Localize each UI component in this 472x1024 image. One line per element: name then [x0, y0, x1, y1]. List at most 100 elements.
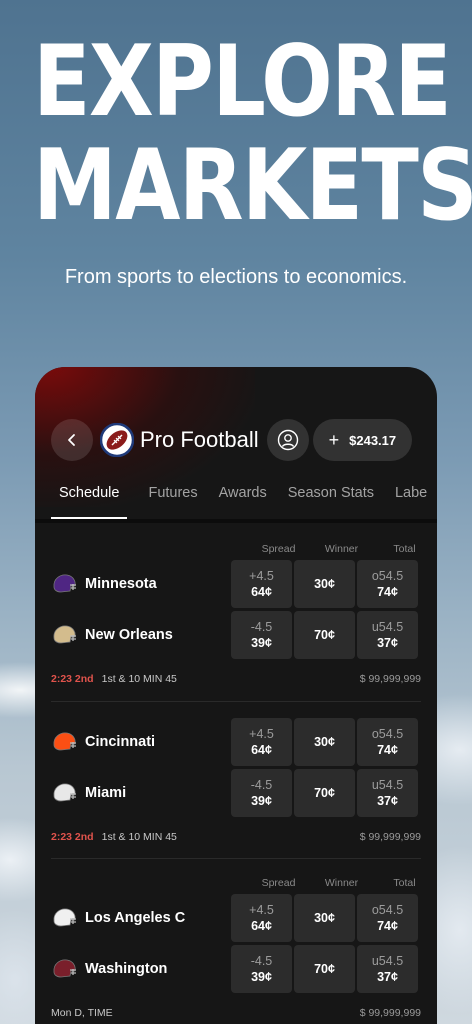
headline-line-2: MARKETS: [33, 129, 472, 243]
tab-schedule[interactable]: Schedule: [51, 479, 128, 519]
winner-header: Winner: [324, 543, 359, 555]
total-cell-line: u54.5: [371, 620, 404, 634]
team-row: New Orleans -4.5 39¢ 70¢ u54.5 37¢: [51, 611, 421, 659]
live-clock: 2:23 2nd: [51, 831, 94, 843]
user-icon: [277, 429, 298, 451]
total-cell-price: 74¢: [377, 919, 398, 933]
team-info[interactable]: Los Angeles C: [51, 894, 185, 942]
total-cell[interactable]: u54.5 37¢: [357, 945, 418, 993]
spread-cell[interactable]: +4.5 64¢: [231, 560, 292, 608]
winner-cell[interactable]: 70¢: [294, 945, 355, 993]
spread-header: Spread: [261, 877, 296, 889]
total-header: Total: [393, 543, 416, 555]
spread-cell-price: 64¢: [251, 585, 272, 599]
account-button[interactable]: [266, 419, 309, 461]
hero-headline: EXPLORE MARKETS: [33, 30, 472, 243]
total-cell-line: u54.5: [371, 954, 404, 968]
team-name: Minnesota: [85, 576, 157, 592]
plus-icon: +: [328, 429, 340, 450]
spread-cell[interactable]: -4.5 39¢: [231, 769, 292, 817]
team-info[interactable]: New Orleans: [51, 611, 173, 659]
team-info[interactable]: Miami: [51, 769, 126, 817]
spread-cell-line: -4.5: [250, 954, 273, 968]
winner-cell-price: 70¢: [314, 628, 335, 642]
spread-cell[interactable]: -4.5 39¢: [231, 945, 292, 993]
spread-cell-line: -4.5: [250, 778, 273, 792]
volume: $ 99,999,999: [359, 1007, 421, 1019]
spread-cell-price: 64¢: [251, 919, 272, 933]
spread-cell[interactable]: -4.5 39¢: [231, 611, 292, 659]
total-header: Total: [393, 877, 416, 889]
market-cells: -4.5 39¢ 70¢ u54.5 37¢: [231, 769, 420, 817]
tab-bar: Schedule Futures Awards Season Stats Lab…: [51, 479, 437, 519]
game-status: 2:23 2nd 1st & 10 MIN 45 $ 99,999,999: [51, 673, 421, 689]
hero-subline: From sports to elections to economics.: [64, 266, 408, 288]
spread-cell[interactable]: +4.5 64¢: [231, 894, 292, 942]
winner-cell-price: 30¢: [314, 735, 335, 749]
column-headers: Spread Winner Total: [247, 877, 436, 889]
tab-season-stats[interactable]: Season Stats: [288, 479, 374, 519]
total-cell-line: o54.5: [371, 903, 404, 917]
total-cell[interactable]: u54.5 37¢: [357, 769, 418, 817]
top-bar: Pro Football + $243.17: [51, 419, 421, 461]
market-cells: +4.5 64¢ 30¢ o54.5 74¢: [231, 894, 420, 942]
winner-cell[interactable]: 30¢: [294, 894, 355, 942]
winner-cell[interactable]: 30¢: [294, 718, 355, 766]
chevron-left-icon: [68, 434, 75, 446]
spread-cell-price: 39¢: [251, 970, 272, 984]
status-detail: Mon D, TIME: [51, 1007, 113, 1019]
team-name: Cincinnati: [85, 734, 156, 750]
status-detail: 1st & 10 MIN 45: [101, 831, 177, 843]
winner-cell[interactable]: 30¢: [294, 560, 355, 608]
total-cell[interactable]: o54.5 74¢: [357, 718, 418, 766]
app-screen: Pro Football + $243.17 Schedule Futures …: [35, 367, 437, 1024]
market-cells: +4.5 64¢ 30¢ o54.5 74¢: [231, 718, 420, 766]
helmet-icon: [53, 959, 76, 978]
spread-cell-line: +4.5: [249, 727, 274, 741]
spread-cell-price: 39¢: [251, 636, 272, 650]
total-cell[interactable]: o54.5 74¢: [357, 894, 418, 942]
team-info[interactable]: Washington: [51, 945, 167, 993]
spread-cell-line: -4.5: [250, 620, 273, 634]
total-cell[interactable]: o54.5 74¢: [357, 560, 418, 608]
team-name: Miami: [85, 785, 127, 801]
team-info[interactable]: Minnesota: [51, 560, 157, 608]
winner-cell-price: 70¢: [314, 962, 335, 976]
winner-cell[interactable]: 70¢: [294, 769, 355, 817]
game-divider: [51, 701, 421, 702]
tab-futures[interactable]: Futures: [148, 479, 197, 519]
helmet-icon: [53, 908, 76, 927]
team-info[interactable]: Cincinnati: [51, 718, 155, 766]
status-detail: 1st & 10 MIN 45: [101, 673, 177, 685]
balance-button[interactable]: + $243.17: [312, 419, 413, 461]
back-button[interactable]: [51, 419, 93, 461]
helmet-icon: [53, 783, 76, 802]
spread-cell-line: +4.5: [249, 903, 274, 917]
helmet-icon: [53, 732, 76, 751]
volume: $ 99,999,999: [359, 673, 421, 685]
column-headers: Spread Winner Total: [247, 543, 436, 555]
game-divider: [51, 858, 421, 859]
total-cell-line: o54.5: [371, 569, 404, 583]
total-cell-line: u54.5: [371, 778, 404, 792]
winner-cell[interactable]: 70¢: [294, 611, 355, 659]
game-status: 2:23 2nd 1st & 10 MIN 45 $ 99,999,999: [51, 831, 421, 847]
team-row: Minnesota +4.5 64¢ 30¢ o54.5 74¢: [51, 560, 421, 608]
spread-header: Spread: [261, 543, 296, 555]
balance-amount: $243.17: [349, 432, 397, 448]
tab-labels[interactable]: Labe: [395, 479, 427, 519]
total-cell-price: 37¢: [377, 794, 398, 808]
spread-cell[interactable]: +4.5 64¢: [231, 718, 292, 766]
football-icon: [100, 423, 134, 457]
tab-divider: [35, 519, 437, 523]
game-status: Mon D, TIME $ 99,999,999: [51, 1007, 421, 1023]
team-row: Los Angeles C +4.5 64¢ 30¢ o54.5 74¢: [51, 894, 421, 942]
tab-awards[interactable]: Awards: [219, 479, 267, 519]
total-cell[interactable]: u54.5 37¢: [357, 611, 418, 659]
total-cell-line: o54.5: [371, 727, 404, 741]
team-row: Cincinnati +4.5 64¢ 30¢ o54.5 74¢: [51, 718, 421, 766]
team-name: Los Angeles C: [85, 910, 186, 926]
team-name: New Orleans: [85, 627, 173, 643]
live-clock: 2:23 2nd: [51, 673, 94, 685]
market-cells: -4.5 39¢ 70¢ u54.5 37¢: [231, 611, 420, 659]
